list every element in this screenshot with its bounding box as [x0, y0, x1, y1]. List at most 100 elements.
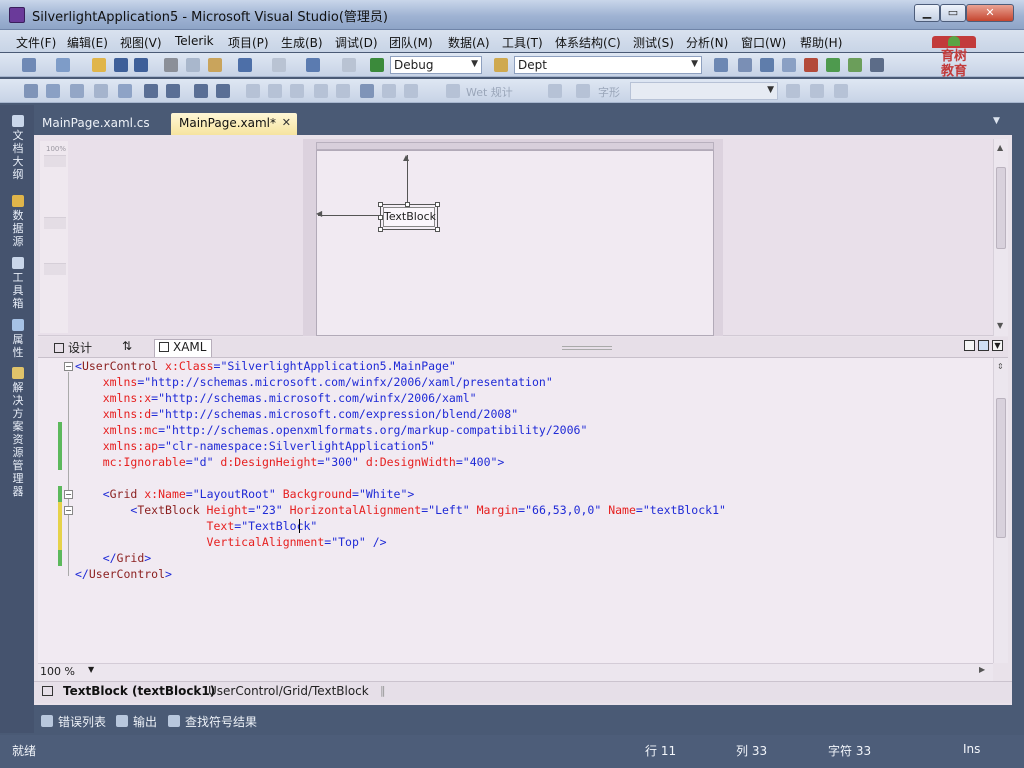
- horizontal-split-icon[interactable]: [978, 340, 989, 351]
- selected-textblock[interactable]: TextBlock: [378, 202, 440, 232]
- solution-configuration-combo[interactable]: Debug ▼: [390, 56, 482, 74]
- command-window-icon[interactable]: [870, 58, 884, 72]
- save-all-icon[interactable]: [134, 58, 148, 72]
- scroll-thumb[interactable]: [996, 398, 1006, 538]
- code-line[interactable]: VerticalAlignment="Top" />: [75, 534, 387, 550]
- menu-item[interactable]: 文件(F): [16, 34, 56, 51]
- swap-panes-button[interactable]: ⇅: [118, 339, 136, 357]
- properties-button-icon[interactable]: [760, 58, 774, 72]
- toolbox-button-icon[interactable]: [804, 58, 818, 72]
- comment-icon[interactable]: [118, 84, 132, 98]
- menu-item[interactable]: 团队(M): [389, 34, 433, 51]
- menu-item[interactable]: Telerik: [175, 34, 214, 48]
- resize-handle[interactable]: [435, 227, 440, 232]
- toggle-bookmark-icon[interactable]: [246, 84, 260, 98]
- design-vertical-scrollbar[interactable]: ▲ ▼: [993, 139, 1008, 336]
- menu-item[interactable]: 帮助(H): [800, 34, 842, 51]
- select-icon[interactable]: [70, 84, 84, 98]
- clear-format-icon[interactable]: [834, 84, 848, 98]
- tab-error-list[interactable]: 错误列表: [58, 713, 106, 730]
- breadcrumb-current[interactable]: TextBlock (textBlock1): [63, 684, 215, 698]
- resize-handle[interactable]: [435, 202, 440, 207]
- new-project-icon[interactable]: [22, 58, 36, 72]
- tab-design[interactable]: 设计: [50, 339, 96, 357]
- copy-icon[interactable]: [186, 58, 200, 72]
- close-button[interactable]: ✕: [966, 4, 1014, 22]
- indent-icon[interactable]: [166, 84, 180, 98]
- pointer-icon[interactable]: [46, 84, 60, 98]
- tab-find-symbol-results[interactable]: 查找符号结果: [185, 713, 257, 730]
- fold-toggle-icon[interactable]: −: [64, 506, 73, 515]
- start-debugging-icon[interactable]: [370, 58, 384, 72]
- resize-handle[interactable]: [378, 202, 383, 207]
- format-icon[interactable]: [94, 84, 108, 98]
- toolbox-icon[interactable]: [12, 257, 24, 269]
- open-file-icon[interactable]: [92, 58, 106, 72]
- menu-item[interactable]: 数据(A): [448, 34, 490, 51]
- paste-icon[interactable]: [208, 58, 222, 72]
- menu-item[interactable]: 窗口(W): [741, 34, 786, 51]
- increase-font-icon[interactable]: [786, 84, 800, 98]
- decrease-font-icon[interactable]: [810, 84, 824, 98]
- code-line[interactable]: xmlns="http://schemas.microsoft.com/winf…: [75, 374, 553, 390]
- code-line[interactable]: </UserControl>: [75, 566, 172, 582]
- code-line[interactable]: Text="TextBlock": [75, 518, 318, 534]
- scroll-thumb[interactable]: [996, 167, 1006, 249]
- code-line[interactable]: xmlns:ap="clr-namespace:SilverlightAppli…: [75, 438, 435, 454]
- sidebar-item-label[interactable]: 工具箱: [11, 271, 25, 310]
- sidebar-item-label[interactable]: 文档大纲: [11, 129, 25, 181]
- snap-icon[interactable]: [382, 84, 396, 98]
- tab-dropdown-icon[interactable]: ▼: [993, 116, 1000, 126]
- fold-toggle-icon[interactable]: −: [64, 362, 73, 371]
- code-line[interactable]: </Grid>: [75, 550, 152, 566]
- clear-bookmark-icon[interactable]: [314, 84, 328, 98]
- code-line[interactable]: mc:Ignorable="d" d:DesignHeight="300" d:…: [75, 454, 505, 470]
- document-outline-icon[interactable]: [42, 686, 53, 696]
- bring-front-icon[interactable]: [404, 84, 418, 98]
- list-members-icon[interactable]: [194, 84, 208, 98]
- sidebar-item-label[interactable]: 数据源: [11, 209, 25, 248]
- bookmark-icon[interactable]: [216, 84, 230, 98]
- document-outline-icon[interactable]: [12, 115, 24, 127]
- font-size-combo[interactable]: ▼: [630, 82, 778, 100]
- undo-icon[interactable]: [238, 58, 252, 72]
- menu-item[interactable]: 体系结构(C): [555, 34, 621, 51]
- menu-item[interactable]: 测试(S): [633, 34, 674, 51]
- sidebar-item-label[interactable]: 属性: [11, 333, 25, 359]
- solution-explorer-icon[interactable]: [12, 367, 24, 379]
- code-line[interactable]: xmlns:x="http://schemas.microsoft.com/wi…: [75, 390, 477, 406]
- zoom-level-select[interactable]: 100 % ▼: [40, 665, 98, 679]
- maximize-button[interactable]: ▭: [940, 4, 966, 22]
- minimize-button[interactable]: ▁: [914, 4, 940, 22]
- vertical-split-icon[interactable]: [964, 340, 975, 351]
- menu-item[interactable]: 编辑(E): [67, 34, 108, 51]
- splitter-grip[interactable]: [562, 346, 612, 350]
- italic-icon[interactable]: [576, 84, 590, 98]
- scroll-up-icon[interactable]: ▲: [997, 143, 1003, 152]
- previous-bookmark-icon[interactable]: [268, 84, 282, 98]
- add-item-icon[interactable]: [56, 58, 70, 72]
- start-page-icon[interactable]: [826, 58, 840, 72]
- resize-handle[interactable]: [378, 215, 383, 220]
- data-source-icon[interactable]: [12, 195, 24, 207]
- resize-handle[interactable]: [378, 227, 383, 232]
- artboard-grid-rail[interactable]: [316, 142, 714, 150]
- close-icon[interactable]: ✕: [282, 116, 291, 129]
- navigate-back-icon[interactable]: [306, 58, 320, 72]
- menu-item[interactable]: 生成(B): [281, 34, 323, 51]
- cut-icon[interactable]: [164, 58, 178, 72]
- code-vertical-scrollbar[interactable]: ⇕: [993, 358, 1008, 663]
- menu-item[interactable]: 分析(N): [686, 34, 728, 51]
- extension-manager-icon[interactable]: [848, 58, 862, 72]
- split-icon[interactable]: ⇕: [997, 362, 1004, 371]
- redo-icon[interactable]: [272, 58, 286, 72]
- tab-mainpage-xaml[interactable]: MainPage.xaml* ✕: [171, 113, 297, 135]
- tab-mainpage-xaml-cs[interactable]: MainPage.xaml.cs: [34, 113, 158, 135]
- menu-item[interactable]: 工具(T): [502, 34, 543, 51]
- scroll-down-icon[interactable]: ▼: [997, 321, 1003, 330]
- tab-xaml[interactable]: XAML: [154, 339, 212, 357]
- menu-item[interactable]: 调试(D): [335, 34, 378, 51]
- properties-icon[interactable]: [12, 319, 24, 331]
- code-line[interactable]: <TextBlock Height="23" HorizontalAlignme…: [75, 502, 726, 518]
- navigate-forward-icon[interactable]: [342, 58, 356, 72]
